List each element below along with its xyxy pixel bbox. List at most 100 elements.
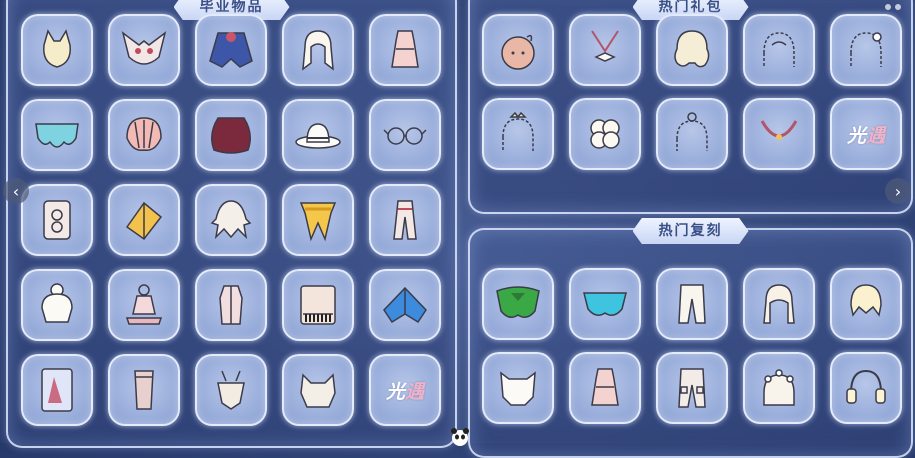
corner-emblem-icon (885, 4, 901, 10)
sky-logo-icon: 光遇 (386, 377, 424, 404)
graduation-item-slot[interactable] (108, 184, 180, 256)
graduation-item-slot[interactable] (195, 99, 267, 171)
cargo-pants-icon (678, 368, 706, 408)
graduation-item-slot[interactable] (108, 269, 180, 341)
graduation-item-slot[interactable] (282, 99, 354, 171)
graduation-item-slot[interactable] (108, 14, 180, 86)
cat-ears-hair-icon (43, 29, 71, 68)
hot-pack-item-slot[interactable] (656, 98, 728, 170)
white-hair-icon (302, 30, 334, 71)
glasses-icon (383, 127, 427, 145)
graduation-item-slot[interactable] (282, 184, 354, 256)
hot-rerun-item-slot[interactable] (830, 352, 902, 424)
hot-pack-item-slot[interactable] (743, 14, 815, 86)
graduation-item-slot[interactable] (21, 99, 93, 171)
hot-pack-item-slot[interactable] (743, 98, 815, 170)
hot-rerun-item-slot[interactable] (482, 268, 554, 340)
braided-hair-icon (763, 284, 795, 324)
hot-pack-item-slot[interactable]: 光遇 (830, 98, 902, 170)
clover-icon (590, 119, 620, 149)
graduation-item-slot[interactable] (195, 269, 267, 341)
flower-crown-icon (763, 369, 795, 406)
hot-rerun-item-slot[interactable] (482, 352, 554, 424)
graduation-item-slot[interactable]: 光遇 (369, 354, 441, 426)
crown-hair-outline-icon (502, 111, 534, 151)
graduation-item-slot[interactable] (195, 184, 267, 256)
winged-mask-icon (121, 31, 167, 65)
graduation-item-slot[interactable] (282, 14, 354, 86)
dark-red-cape-icon (211, 117, 251, 154)
bun-hair-outline-icon (676, 112, 708, 151)
graduation-item-slot[interactable] (21, 354, 93, 426)
curly-hair-icon (674, 30, 710, 68)
graduation-item-slot[interactable] (195, 354, 267, 426)
hot-rerun-item-slot[interactable] (569, 268, 641, 340)
chevron-right-icon: › (894, 181, 902, 201)
graduation-item-slot[interactable] (369, 14, 441, 86)
previous-page-button[interactable]: ‹ (3, 178, 29, 204)
hot-packs-grid: 光遇 (482, 14, 902, 170)
graduation-items-panel: 毕业物品 光遇 (6, 0, 457, 448)
hot-pack-item-slot[interactable] (656, 14, 728, 86)
hot-rerun-item-slot[interactable] (569, 352, 641, 424)
hot-rerun-item-slot[interactable] (656, 268, 728, 340)
chevron-left-icon: ‹ (12, 181, 20, 201)
short-hair-icon (850, 284, 882, 317)
white-pants-icon (678, 284, 706, 324)
panel-title-hot-reruns: 热门复刻 (632, 218, 749, 244)
cloud-cape-icon (35, 123, 79, 148)
hot-pack-item-slot[interactable] (569, 14, 641, 86)
graduation-item-slot[interactable] (108, 354, 180, 426)
graduation-item-slot[interactable] (369, 184, 441, 256)
robe-outfit-icon (219, 285, 243, 325)
hot-rerun-item-slot[interactable] (830, 268, 902, 340)
pink-outfit-icon (591, 368, 619, 406)
hot-pack-item-slot[interactable] (482, 14, 554, 86)
piano-icon (300, 285, 336, 325)
shell-cape-icon (126, 117, 162, 151)
stage-outfit-icon (125, 284, 163, 325)
graduation-item-slot[interactable] (21, 14, 93, 86)
graduation-item-slot[interactable] (369, 269, 441, 341)
graduation-item-slot[interactable] (282, 354, 354, 426)
sky-logo-accent-text: 遇 (866, 124, 886, 147)
blue-cape-icon (209, 32, 253, 68)
hot-reruns-panel: 热门复刻 (468, 218, 913, 458)
headphones-icon (846, 369, 886, 404)
hot-pack-item-slot[interactable] (482, 98, 554, 170)
hot-rerun-item-slot[interactable] (743, 268, 815, 340)
teal-cape-icon (583, 292, 627, 316)
horned-hair-icon (300, 373, 336, 408)
graduation-item-slot[interactable] (195, 14, 267, 86)
pink-outfit-icon (391, 30, 419, 68)
messy-hair-icon (210, 200, 252, 240)
hot-pack-item-slot[interactable] (569, 98, 641, 170)
white-pants-outfit-icon (393, 200, 417, 240)
graduation-item-slot[interactable] (282, 269, 354, 341)
hot-packs-panel: 热门礼包 光遇 (468, 0, 913, 214)
bun-head-icon (501, 34, 535, 70)
white-hood-icon (500, 371, 536, 406)
sky-logo-main-text: 光 (846, 124, 866, 147)
white-hat-icon (295, 123, 341, 149)
graduation-item-slot[interactable] (21, 269, 93, 341)
graduation-items-grid: 光遇 (21, 14, 441, 426)
graduation-item-slot[interactable] (369, 99, 441, 171)
next-page-button[interactable]: › (885, 178, 911, 204)
hot-rerun-item-slot[interactable] (743, 352, 815, 424)
sky-logo-icon: 光遇 (847, 121, 885, 148)
dotted-hair-outline-icon (763, 32, 795, 67)
graduation-item-slot[interactable] (21, 184, 93, 256)
antler-mask-icon (217, 370, 245, 410)
green-cape-icon (496, 286, 540, 318)
hot-rerun-item-slot[interactable] (656, 352, 728, 424)
blue-wing-cape-icon (383, 286, 427, 324)
stone-pillar-icon (134, 370, 154, 410)
rune-banner-icon (43, 200, 71, 240)
hot-reruns-grid (482, 268, 902, 424)
hot-pack-item-slot[interactable] (830, 14, 902, 86)
panda-mascot-icon (451, 428, 469, 446)
graduation-item-slot[interactable] (108, 99, 180, 171)
lantern-necklace-icon (760, 120, 798, 140)
flower-hair-outline-icon (850, 32, 882, 67)
